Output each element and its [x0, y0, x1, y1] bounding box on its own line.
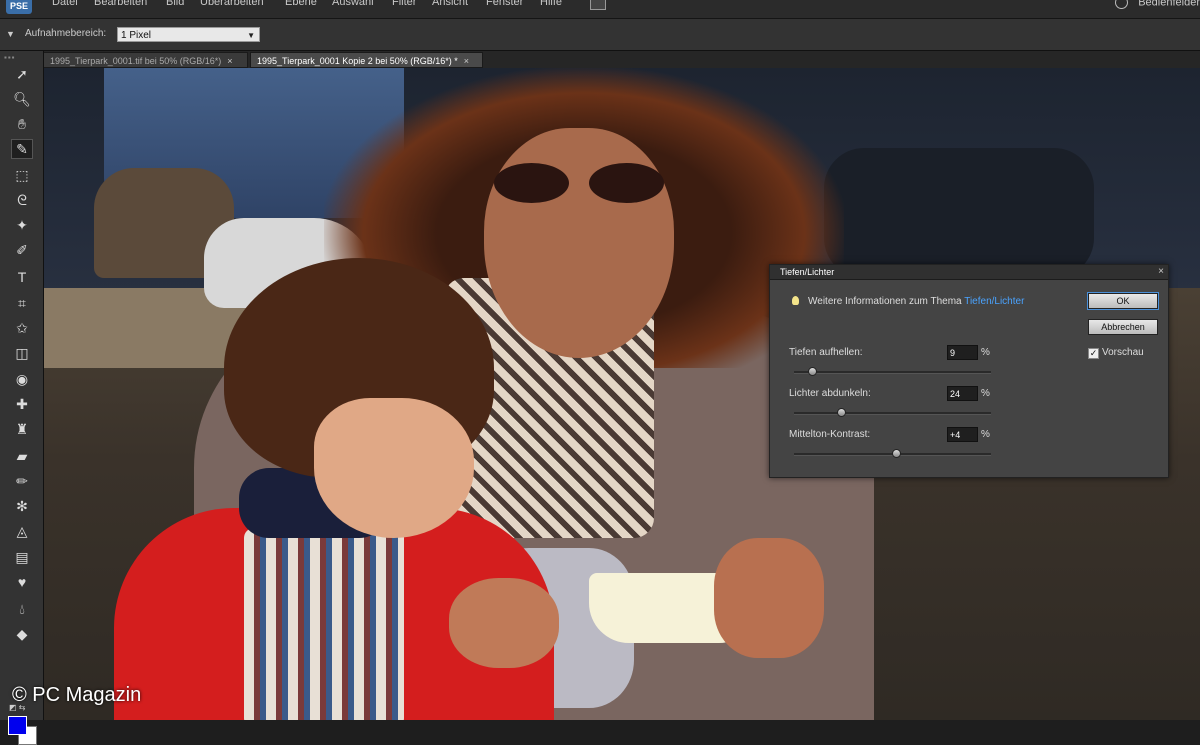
dialog-title: Tiefen/Lichter — [780, 267, 835, 277]
menu-image[interactable]: Bild — [166, 0, 184, 8]
photo-lens-left — [494, 163, 569, 203]
close-icon[interactable]: × — [464, 56, 469, 66]
tab-label: 1995_Tierpark_0001 Kopie 2 bei 50% (RGB/… — [257, 56, 458, 66]
type-icon[interactable]: T — [11, 267, 33, 287]
panels-label: Bedienfelder — [1138, 0, 1200, 9]
zoom-icon[interactable]: 🔍︎ — [11, 89, 33, 109]
shadows-value-input[interactable]: 9 — [947, 345, 978, 360]
move-icon[interactable]: ➚ — [11, 64, 33, 84]
toolbox: ▪▪▪ ➚ 🔍︎ ✋︎ ✎ ⬚ ᘓ ✦ ✐ T ⌗ ✩ ◫ ◉ ✚ ♜ ▰ ✏ … — [0, 51, 44, 745]
tool-options-bar: ▼ Aufnahmebereich: 1 Pixel ▼ — [0, 19, 1200, 51]
crop-icon[interactable]: ⌗ — [11, 293, 33, 313]
close-icon[interactable]: × — [227, 56, 232, 66]
sponge-icon[interactable]: ◆ — [11, 624, 33, 644]
document-tab-bar: 1995_Tierpark_0001.tif bei 50% (RGB/16*)… — [43, 51, 1200, 68]
photo-background-dark — [824, 148, 1094, 278]
shadows-highlights-dialog: Tiefen/Lichter × Weitere Informationen z… — [769, 264, 1169, 478]
highlights-label: Lichter abdunkeln: — [789, 388, 871, 399]
shape-icon[interactable]: ♥ — [11, 572, 33, 592]
recompose-icon[interactable]: ◫ — [11, 343, 33, 363]
shadows-unit: % — [981, 347, 990, 358]
lightbulb-icon — [792, 296, 799, 305]
menu-file[interactable]: Datei — [52, 0, 78, 8]
tool-preset-arrow-icon[interactable]: ▼ — [6, 29, 15, 39]
preview-label: Vorschau — [1102, 347, 1144, 358]
midtone-contrast-slider[interactable] — [794, 449, 991, 458]
quick-selection-icon[interactable]: ✐ — [11, 240, 33, 260]
shadows-slider[interactable] — [794, 367, 991, 376]
photo-child-face — [314, 398, 474, 538]
panels-icon — [1115, 0, 1129, 9]
brush-icon[interactable]: ✏ — [11, 471, 33, 491]
tab-label: 1995_Tierpark_0001.tif bei 50% (RGB/16*) — [50, 56, 222, 66]
eraser-icon[interactable]: ▰ — [11, 446, 33, 466]
cookie-cutter-icon[interactable]: ✩ — [11, 318, 33, 338]
chevron-down-icon: ▼ — [247, 31, 255, 40]
sample-size-select[interactable]: 1 Pixel ▼ — [117, 27, 260, 42]
tab-document-copy[interactable]: 1995_Tierpark_0001 Kopie 2 bei 50% (RGB/… — [250, 52, 483, 68]
watermark: © PC Magazin — [12, 684, 142, 706]
ok-button[interactable]: OK — [1088, 293, 1158, 309]
hand-icon[interactable]: ✋︎ — [11, 114, 33, 134]
panels-toggle[interactable]: Bedienfelder — [1115, 0, 1200, 9]
dialog-titlebar[interactable]: Tiefen/Lichter × — [770, 265, 1168, 280]
photo-child-overalls — [244, 528, 404, 720]
highlights-slider-thumb[interactable] — [837, 408, 847, 417]
magic-wand-icon[interactable]: ✦ — [11, 215, 33, 235]
marquee-icon[interactable]: ⬚ — [11, 165, 33, 185]
tab-document-original[interactable]: 1995_Tierpark_0001.tif bei 50% (RGB/16*)… — [43, 52, 248, 68]
help-link[interactable]: Tiefen/Lichter — [964, 296, 1024, 307]
help-info-row: Weitere Informationen zum Thema Tiefen/L… — [792, 296, 1024, 307]
red-eye-icon[interactable]: ◉ — [11, 369, 33, 389]
shadows-slider-thumb[interactable] — [807, 367, 817, 376]
menu-view[interactable]: Ansicht — [432, 0, 468, 8]
menu-filter[interactable]: Filter — [392, 0, 416, 8]
close-icon[interactable]: × — [1158, 265, 1164, 279]
midtone-contrast-unit: % — [981, 429, 990, 440]
screen-mode-icon[interactable] — [590, 0, 606, 10]
highlights-value-input[interactable]: 24 — [947, 386, 978, 401]
cancel-button[interactable]: Abbrechen — [1088, 319, 1158, 335]
shadows-label: Tiefen aufhellen: — [789, 347, 863, 358]
clone-stamp-icon[interactable]: ♜ — [11, 419, 33, 439]
menu-bar: PSE Datei Bearbeiten Bild Überarbeiten E… — [0, 0, 1200, 19]
menu-edit[interactable]: Bearbeiten — [94, 0, 147, 8]
highlights-slider[interactable] — [794, 408, 991, 417]
gradient-icon[interactable]: ▤ — [11, 547, 33, 567]
menu-select[interactable]: Auswahl — [332, 0, 374, 8]
smart-brush-icon[interactable]: ✻ — [11, 496, 33, 516]
midtone-contrast-value-input[interactable]: +4 — [947, 427, 978, 442]
paint-bucket-icon[interactable]: ◬ — [11, 521, 33, 541]
highlights-unit: % — [981, 388, 990, 399]
spot-healing-icon[interactable]: ✚ — [11, 394, 33, 414]
app-logo[interactable]: PSE — [6, 0, 32, 14]
sample-size-value: 1 Pixel — [121, 30, 152, 41]
preview-checkbox[interactable]: ✓ — [1088, 348, 1099, 359]
menu-enhance[interactable]: Überarbeiten — [200, 0, 264, 8]
sample-size-label: Aufnahmebereich: — [25, 28, 107, 39]
menu-window[interactable]: Fenster — [486, 0, 523, 8]
photo-woman-hand — [714, 538, 824, 658]
toolbox-grip[interactable]: ▪▪▪ — [4, 53, 16, 62]
midtone-contrast-label: Mittelton-Kontrast: — [789, 429, 871, 440]
blur-icon[interactable]: 💧︎ — [11, 599, 33, 619]
eyedropper-icon[interactable]: ✎ — [11, 139, 33, 159]
preview-checkbox-row[interactable]: ✓ Vorschau — [1088, 347, 1144, 359]
photo-lens-right — [589, 163, 664, 203]
help-info-text: Weitere Informationen zum Thema — [808, 296, 962, 307]
lasso-icon[interactable]: ᘓ — [11, 190, 33, 210]
foreground-color-swatch[interactable] — [8, 716, 27, 735]
menu-layer[interactable]: Ebene — [285, 0, 317, 8]
photo-sunglasses — [494, 163, 664, 207]
photo-hand-fork — [449, 578, 559, 668]
midtone-contrast-slider-thumb[interactable] — [892, 449, 902, 458]
menu-help[interactable]: Hilfe — [540, 0, 562, 8]
